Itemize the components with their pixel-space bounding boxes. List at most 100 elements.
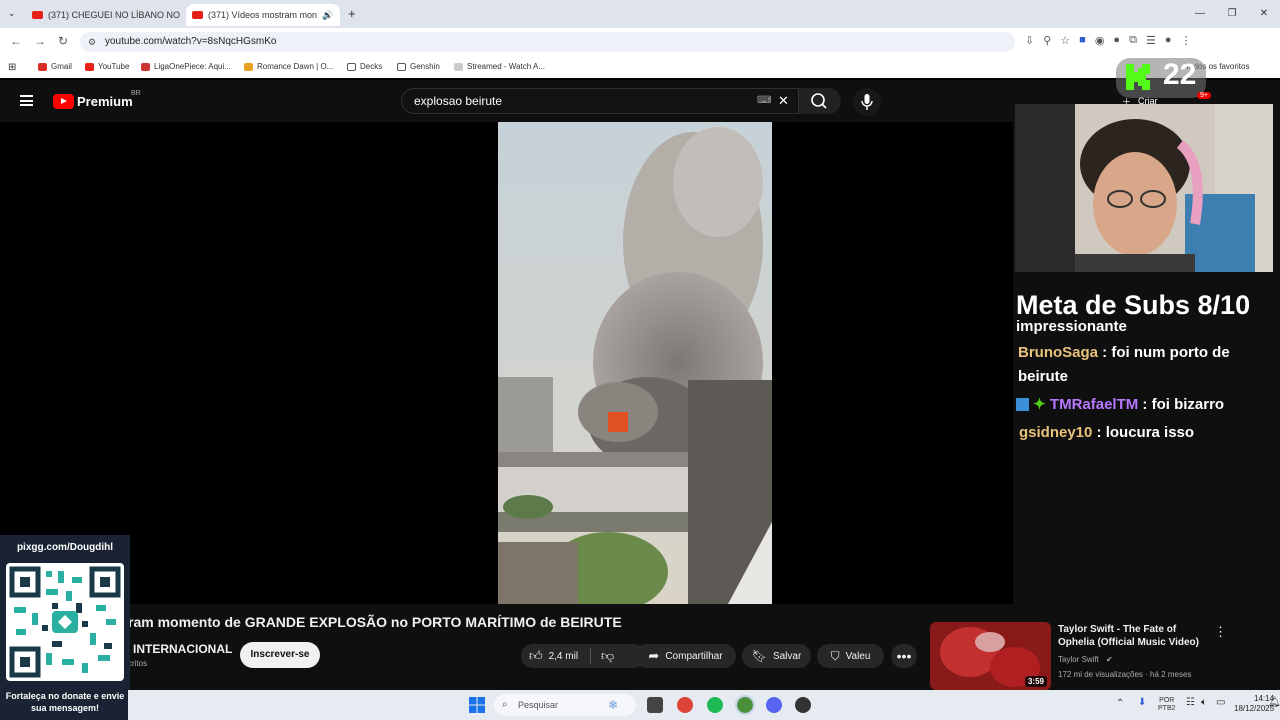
dislike-icon[interactable]: 👎︎ [601, 648, 614, 664]
new-tab-icon[interactable]: + [348, 6, 356, 21]
super-thanks-icon: ⛉ [830, 648, 840, 663]
recommended-menu-icon[interactable]: ⋮ [1214, 624, 1227, 640]
bookmark-genshin[interactable]: Genshin [397, 62, 440, 71]
search-input[interactable]: explosao beirute ⌨ ✕ [401, 88, 799, 114]
volume-icon[interactable]: 🔈︎ [1201, 697, 1207, 708]
menu-dots-icon[interactable]: ⋮ [1180, 34, 1191, 47]
pix-donation-panel: pixgg.com/Dougdihl Fortaleça no donate e… [0, 535, 130, 720]
search-icon [811, 93, 827, 109]
save-button[interactable]: 🔖︎ Salvar [742, 644, 811, 668]
recommended-thumbnail[interactable]: 3:59 [930, 622, 1051, 690]
tab-videos-mostram[interactable]: (371) Vídeos mostram mon 🔊 ✕ [186, 4, 340, 26]
minimize-icon[interactable]: — [1184, 0, 1216, 28]
video-player[interactable] [0, 122, 1013, 604]
notification-bell-icon[interactable]: 🔔︎ [1268, 697, 1280, 708]
bookmark-label: Gmail [51, 62, 72, 71]
counter-value: 22 [1163, 58, 1197, 91]
bookmarks-bar: ⊞ Gmail YouTube LigaOnePiece: Aqui... Ro… [0, 56, 1280, 78]
extensions-area: ⇩ ⚲ ☆ ■ ◉ ● ⧉ ☰ ● ⋮ [1025, 34, 1191, 47]
taskbar-search[interactable]: ⌕ Pesquisar ❄ [494, 694, 636, 716]
tray-app-icon[interactable]: ⬇ [1138, 697, 1146, 708]
share-icon: ➦ [648, 648, 660, 663]
site-info-icon[interactable]: ⚙ [88, 32, 96, 52]
channel-name[interactable]: INTERNACIONAL [133, 642, 232, 656]
bookmark-label: LigaOnePiece: Aqui... [154, 62, 231, 71]
reload-icon[interactable]: ↻ [58, 34, 68, 48]
puzzle-icon[interactable]: ⧉ [1129, 34, 1137, 47]
subscribe-button[interactable]: Inscrever-se [240, 642, 320, 668]
chat-text: : foi bizarro [1138, 396, 1225, 413]
sparkle-badge-icon: ✦ [1033, 396, 1046, 413]
bookmark-romance-dawn[interactable]: Romance Dawn | O... [244, 62, 333, 71]
extension-icon[interactable]: ■ [1079, 34, 1086, 47]
chrome-profile-icon[interactable] [735, 695, 755, 715]
task-view-icon[interactable] [647, 697, 663, 713]
discord-icon[interactable] [766, 697, 782, 713]
chat-message: ✦ TMRafaelTM : foi bizarro [1016, 393, 1280, 417]
hamburger-menu-icon[interactable] [20, 95, 33, 106]
chrome-icon[interactable] [677, 697, 693, 713]
more-actions-button[interactable]: ••• [891, 644, 917, 668]
language-code: POR [1159, 697, 1175, 704]
bookmark-label: Decks [360, 62, 383, 71]
voice-search-button[interactable] [853, 88, 881, 116]
bookmark-streamed[interactable]: Streamed - Watch A... [454, 62, 545, 71]
chat-username: BrunoSaga [1018, 344, 1099, 361]
recommended-channel[interactable]: Taylor Swift [1058, 655, 1099, 664]
pix-url: pixgg.com/Dougdihl [16, 542, 114, 553]
back-icon[interactable]: ← [10, 34, 22, 48]
tab-label: (371) CHEGUEI NO LÍBANO NO [48, 10, 181, 20]
url-bar[interactable]: ⚙ youtube.com/watch?v=8sNqcHGsmKo [80, 32, 1015, 52]
like-icon[interactable]: 👍︎ [529, 648, 543, 664]
language-indicator[interactable]: POR PTB2 [1158, 697, 1176, 713]
youtube-logo-icon[interactable] [53, 94, 74, 109]
extension-icon[interactable]: ● [1113, 34, 1120, 47]
speaker-icon[interactable]: 🔊 [322, 10, 333, 21]
clear-search-icon[interactable]: ✕ [778, 89, 789, 113]
bookmark-label: Genshin [410, 62, 440, 71]
kick-logo-icon [1126, 64, 1150, 90]
bookmark-ligaonepiece[interactable]: LigaOnePiece: Aqui... [141, 62, 231, 71]
battery-icon[interactable]: ▭ [1216, 697, 1225, 708]
share-button[interactable]: ➦ Compartilhar [635, 644, 736, 668]
search-button[interactable] [799, 88, 841, 114]
profile-avatar[interactable]: ● [1165, 34, 1172, 47]
apps-icon[interactable]: ⊞ [8, 62, 16, 73]
bookmark-star-icon[interactable]: ☆ [1060, 34, 1070, 47]
tab-cheguei-libano[interactable]: (371) CHEGUEI NO LÍBANO NO ✕ [26, 4, 184, 26]
keyboard-icon[interactable]: ⌨ [757, 89, 771, 113]
close-window-icon[interactable]: ✕ [1248, 0, 1280, 28]
app-icon[interactable] [795, 697, 811, 713]
badge-icon [1016, 398, 1029, 411]
bookmark-label: Romance Dawn | O... [257, 62, 334, 71]
tab-label: (371) Vídeos mostram mon [208, 10, 318, 20]
chat-message: gsidney10 : loucura isso [1016, 421, 1280, 445]
bookmark-gmail[interactable]: Gmail [38, 62, 72, 71]
pix-caption: Fortaleça no donate e envie sua mensagem… [5, 691, 125, 713]
tray-expand-icon[interactable]: ⌃ [1116, 698, 1124, 709]
like-count[interactable]: 2,4 mil [549, 651, 578, 662]
install-icon[interactable]: ⇩ [1025, 34, 1034, 47]
forward-icon[interactable]: → [34, 34, 46, 48]
windows-taskbar: ⌕ Pesquisar ❄ ⌃ ⬇ POR PTB2 ☷ 🔈︎ ▭ 14:14 18… [128, 690, 1280, 720]
bookmark-decks[interactable]: Decks [347, 62, 382, 71]
tab-list-icon[interactable]: ⌄ [8, 8, 16, 19]
windows-start-icon[interactable] [469, 697, 485, 713]
thanks-button[interactable]: ⛉ Valeu [817, 644, 884, 668]
chat-overlay: Meta de Subs 8/10 impressionante BrunoSa… [1016, 288, 1280, 445]
bookmark-youtube[interactable]: YouTube [85, 62, 129, 71]
share-label: Compartilhar [665, 650, 723, 662]
chat-username: gsidney10 [1019, 424, 1093, 441]
extension-icon[interactable]: ◉ [1095, 34, 1105, 47]
microphone-icon [861, 94, 873, 110]
bookmark-label: Streamed - Watch A... [467, 62, 545, 71]
restore-icon[interactable]: ❐ [1216, 0, 1248, 28]
zoom-icon[interactable]: ⚲ [1043, 34, 1051, 47]
recommended-title[interactable]: Taylor Swift - The Fate of Ophelia (Offi… [1058, 623, 1208, 649]
streamer-webcam-image [1015, 104, 1273, 272]
reading-list-icon[interactable]: ☰ [1146, 34, 1156, 47]
network-icon[interactable]: ☷ [1186, 697, 1195, 708]
bookmark-label: YouTube [98, 62, 130, 71]
spotify-icon[interactable] [707, 697, 723, 713]
video-duration: 3:59 [1024, 676, 1047, 687]
